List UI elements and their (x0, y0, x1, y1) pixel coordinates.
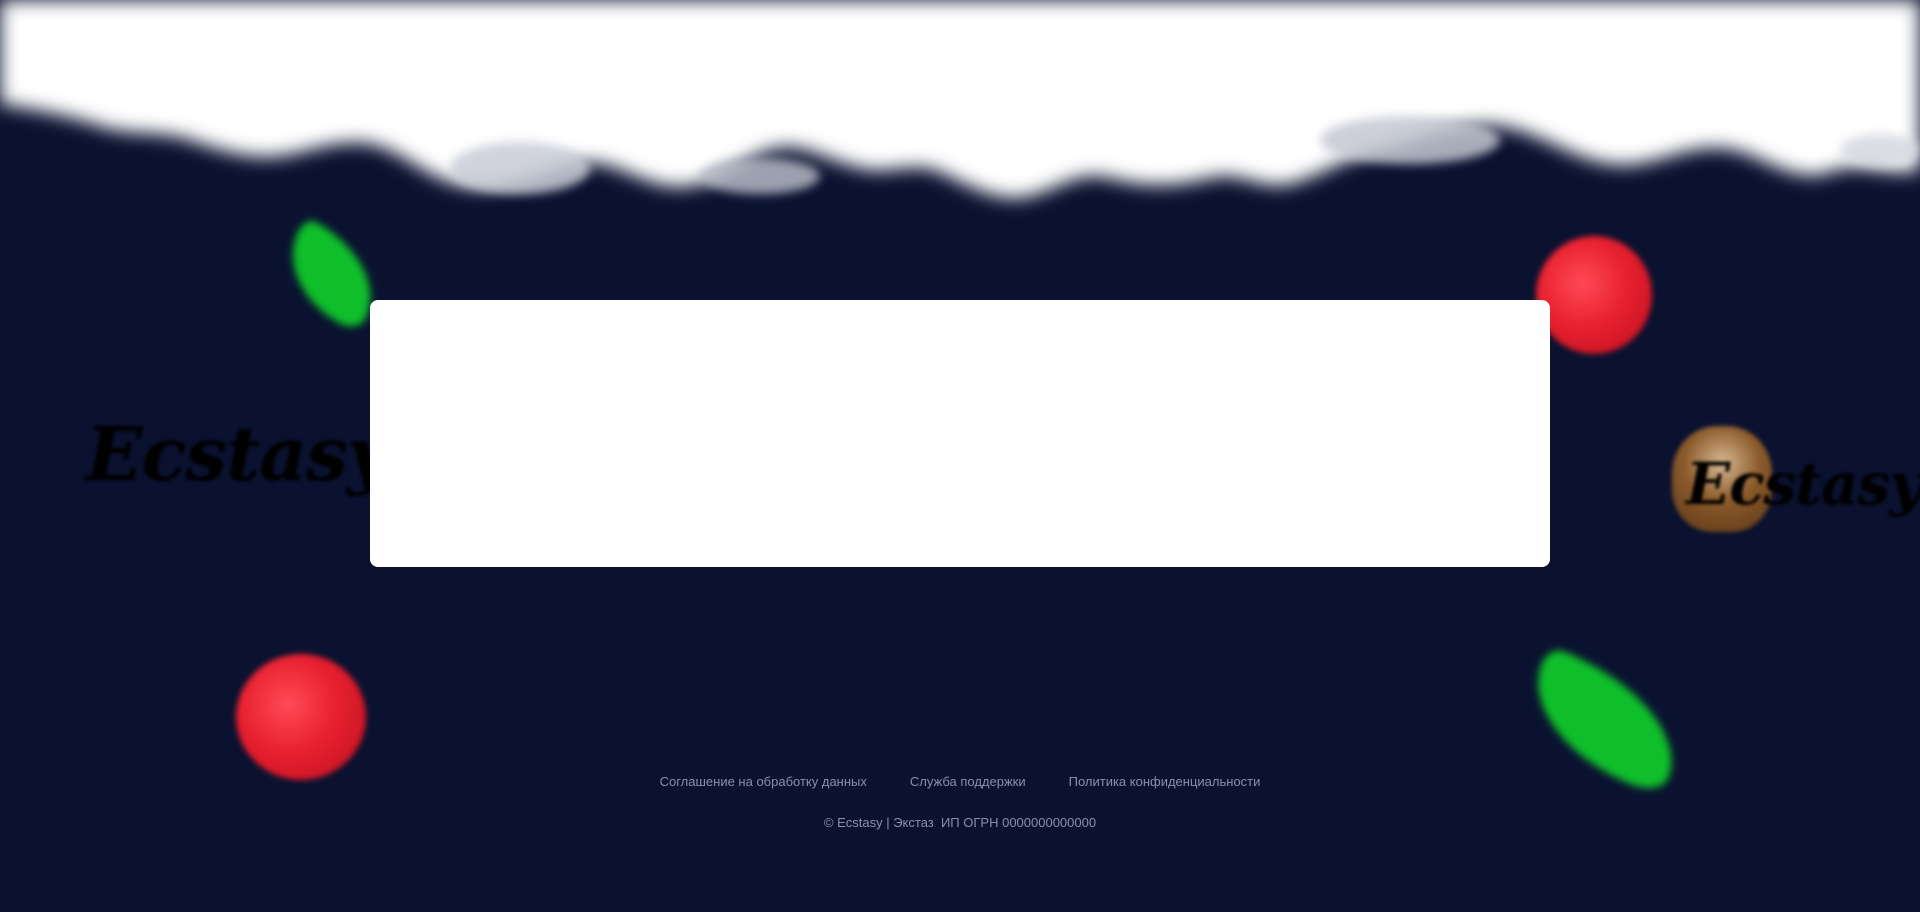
footer-links: Соглашение на обработку данных Служба по… (0, 774, 1920, 789)
raspberry-decoration (1536, 236, 1652, 354)
cloud-banner (0, 0, 1920, 198)
brand-logo-text: Ecstasy (1686, 450, 1920, 518)
brand-logo: Ecstasy (86, 412, 390, 498)
footer-link-privacy-policy[interactable]: Политика конфиденциальности (1069, 774, 1261, 789)
footer-link-support[interactable]: Служба поддержки (910, 774, 1026, 789)
brand-logo-text: Ecstasy (86, 412, 390, 498)
raspberry-decoration (236, 654, 366, 780)
footer-link-data-agreement[interactable]: Соглашение на обработку данных (660, 774, 867, 789)
content-card (370, 300, 1550, 567)
footer-copyright: © Ecstasy | Экстаз ИП ОГРН 0000000000000 (823, 815, 1097, 830)
page: Ecstasy Ecstasy Соглашение на обработку … (0, 0, 1920, 912)
